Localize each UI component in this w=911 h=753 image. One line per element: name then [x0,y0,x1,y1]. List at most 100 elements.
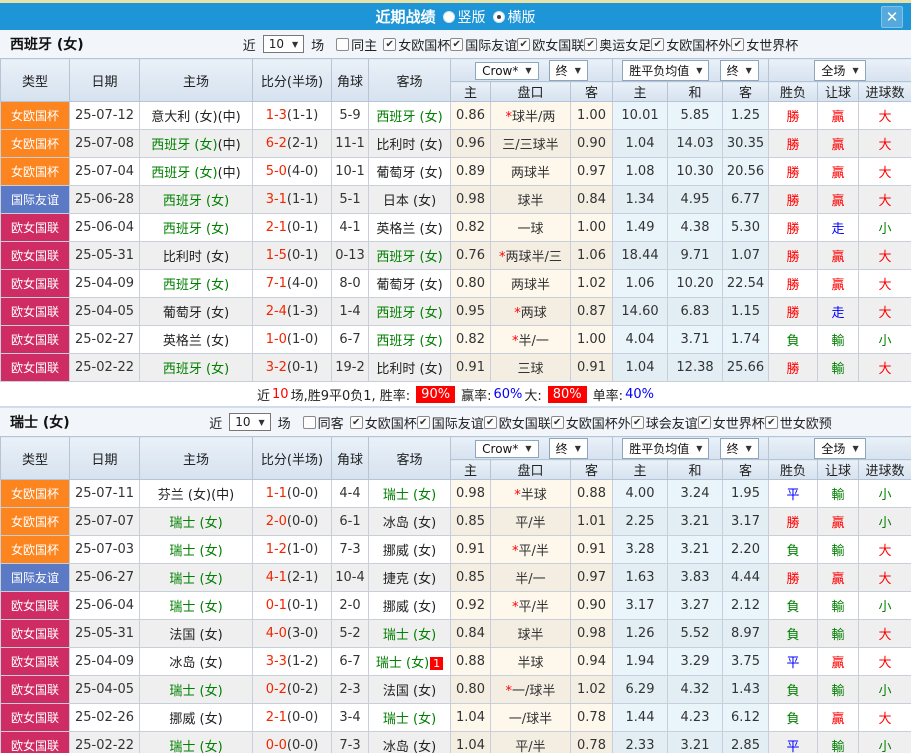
league-filter-checkbox[interactable]: ✔ 女欧国杯外 [651,35,731,54]
final-odds-dropdown[interactable]: 终 ▼ [719,59,759,81]
bookmaker-dropdown[interactable]: Crow* ▼ [475,61,539,80]
table-row: 女欧国杯 25-07-07 瑞士 (女) 2-0(0-0) 6-1 冰岛 (女) 0.85 平… [0,507,911,536]
corner-count: 6-1 [331,507,369,536]
crow-home-odds: 0.98 [450,185,491,214]
league-filter-checkbox[interactable]: ✔ 欧女国联 [517,35,584,54]
away-team: 西班牙 (女) [368,101,451,130]
table-row: 欧女国联 25-02-22 瑞士 (女) 0-0(0-0) 7-3 冰岛 (女) 1.04 平… [0,731,911,753]
summary-blue-text: 40% [625,386,654,402]
league-filter-checkbox[interactable]: ✔ 女欧国杯 [383,35,450,54]
away-team-name: 挪威 (女) [382,544,437,559]
away-team: 挪威 (女) [368,535,451,564]
corner-count: 3-4 [331,703,369,732]
handicap-result: 輸 [817,675,860,704]
close-icon[interactable]: ✕ [881,6,903,28]
league-filter-label: 球会友谊 [645,416,698,432]
same-guest-checkbox[interactable]: 同客 [302,413,344,432]
league-filter-checkbox[interactable]: ✔ 球会友谊 [630,413,698,432]
home-team: 瑞士 (女) [139,507,253,536]
match-date: 25-02-22 [69,353,140,382]
win-loss-result: 勝 [768,353,819,382]
handicap-value: 平/半 [515,516,546,531]
radio-horizontal-layout[interactable]: 横版 [492,7,536,27]
crow-handicap: 平/半 [490,507,571,536]
col-odds-away: 客 [569,81,614,102]
recent-count-select[interactable]: 10 ▼ [229,413,271,431]
halftime-score: (0-2) [286,682,319,697]
league-filter-checkbox[interactable]: ✔ 女欧国杯 [349,413,417,432]
crow-handicap: 两球半 [490,157,571,186]
col-handicap-result: 让球 [817,81,860,102]
final-odds-dropdown[interactable]: 终 ▼ [719,437,759,459]
avg-draw-odds: 14.03 [667,129,724,158]
wdl-average-dropdown[interactable]: 胜平负均值 ▼ [622,59,710,81]
home-team-name: 芬兰 (女) [157,488,212,503]
avg-away-odds: 5.30 [722,213,770,242]
avg-home-odds: 3.28 [612,535,669,564]
league-filter-checkbox[interactable]: ✔ 国际友谊 [450,35,517,54]
chevron-down-icon: ▼ [574,65,581,75]
away-team-name: 冰岛 (女) [382,740,437,753]
table-row: 欧女国联 25-04-09 西班牙 (女) 7-1(4-0) 8-0 葡萄牙 (女) 0.8… [0,269,911,298]
avg-home-odds: 4.04 [612,325,669,354]
col-date: 日期 [69,58,140,102]
away-team-name: 西班牙 (女) [376,110,443,125]
recent-count-select[interactable]: 10 ▼ [262,35,305,53]
crow-away-odds: 1.06 [569,241,614,270]
away-team: 冰岛 (女) [368,731,451,753]
crow-away-odds: 1.00 [569,325,614,354]
halftime-score: (0-0) [286,710,319,725]
league-filter-checkbox[interactable]: ✔ 女欧国杯外 [550,413,631,432]
league-filter-checkbox[interactable]: ✔ 国际友谊 [416,413,484,432]
checkbox-icon [336,37,350,51]
checkbox-checked-icon: ✔ [697,415,711,429]
chevron-down-icon: ▼ [696,443,703,453]
col-result: 胜负 [768,81,819,102]
league-badge: 女欧国杯 [0,479,70,508]
section-switzerland: 瑞士 (女) 近 10 ▼ 场 同客 ✔ 女欧国杯 ✔ 国际友谊 ✔ 欧女国联 ✔ 女欧国杯外… [0,408,911,753]
bookmaker-dropdown[interactable]: Crow* ▼ [475,439,539,458]
win-loss-result: 負 [768,703,819,732]
fulltime-dropdown[interactable]: 全场 ▼ [814,59,866,81]
table-row: 女欧国杯 25-07-03 瑞士 (女) 1-2(1-0) 7-3 挪威 (女) 0.91 *… [0,535,911,564]
goals-result: 小 [858,507,911,536]
crow-away-odds: 1.00 [569,213,614,242]
handicap-result: 贏 [817,129,860,158]
corner-count: 5-2 [331,619,369,648]
final-odds-dropdown[interactable]: 终 ▼ [548,437,588,459]
filter-row: 西班牙 (女) 近 10 ▼ 场 同主 ✔ 女欧国杯 ✔ 国际友谊 ✔ 欧女国联 ✔ 奥运女足… [0,30,911,58]
league-filter-checkbox[interactable]: ✔ 奥运女足 [584,35,651,54]
final-odds-dropdown[interactable]: 终 ▼ [548,59,588,81]
crow-handicap: *平/半 [490,535,571,564]
league-filter-checkbox[interactable]: ✔ 女世界杯 [731,35,798,54]
fulltime-score: 1-2 [265,542,287,557]
goals-result: 大 [858,157,911,186]
home-team-name: 西班牙 (女) [151,138,218,153]
win-loss-result: 負 [768,675,819,704]
radio-vertical-layout[interactable]: 竖版 [442,7,486,27]
col-goals: 进球数 [858,459,911,480]
league-filter-checkbox[interactable]: ✔ 欧女国联 [483,413,551,432]
crow-home-odds: 0.85 [450,563,491,592]
match-score: 7-1(4-0) [252,269,332,298]
halftime-score: (2-1) [286,136,319,151]
corner-count: 0-13 [331,241,369,270]
halftime-score: (1-3) [286,304,319,319]
home-team-name: 瑞士 (女) [169,600,223,615]
league-filter-checkbox[interactable]: ✔ 女世界杯 [697,413,765,432]
league-filter-checkbox[interactable]: ✔ 世女欧预 [764,413,832,432]
handicap-value: 一/球半 [512,684,556,699]
away-team-name: 比利时 (女) [376,362,443,377]
col-avg-home: 主 [612,459,669,480]
wdl-average-dropdown[interactable]: 胜平负均值 ▼ [622,437,710,459]
crow-away-odds: 1.02 [569,269,614,298]
same-host-checkbox[interactable]: 同主 [336,35,377,54]
radio-icon [442,10,455,23]
checkbox-checked-icon: ✔ [651,37,665,51]
win-loss-result: 平 [768,731,819,753]
avg-draw-odds: 3.21 [667,731,724,753]
fulltime-dropdown[interactable]: 全场 ▼ [814,437,866,459]
away-team: 瑞士 (女) [368,619,451,648]
home-team-name: 英格兰 (女) [162,334,230,349]
crow-away-odds: 0.91 [569,535,614,564]
